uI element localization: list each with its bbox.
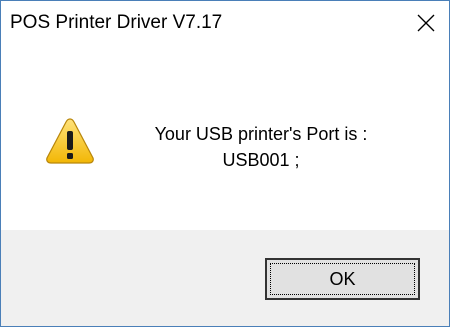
ok-button[interactable]: OK [265, 258, 420, 300]
ok-button-label: OK [329, 268, 356, 289]
warning-icon [46, 118, 94, 164]
title-bar[interactable]: POS Printer Driver V7.17 [1, 1, 449, 45]
close-icon [417, 14, 435, 32]
message-area: Your USB printer's Port is : USB001 ; [1, 45, 449, 230]
message-text: Your USB printer's Port is : USB001 ; [101, 121, 421, 173]
message-line-1: Your USB printer's Port is : [154, 124, 368, 144]
close-button[interactable] [403, 1, 449, 45]
button-bar: OK [1, 230, 449, 326]
window-title: POS Printer Driver V7.17 [10, 12, 223, 33]
message-dialog: POS Printer Driver V7.17 Your USB printe… [0, 0, 450, 327]
message-line-2: USB001 ; [222, 150, 300, 170]
